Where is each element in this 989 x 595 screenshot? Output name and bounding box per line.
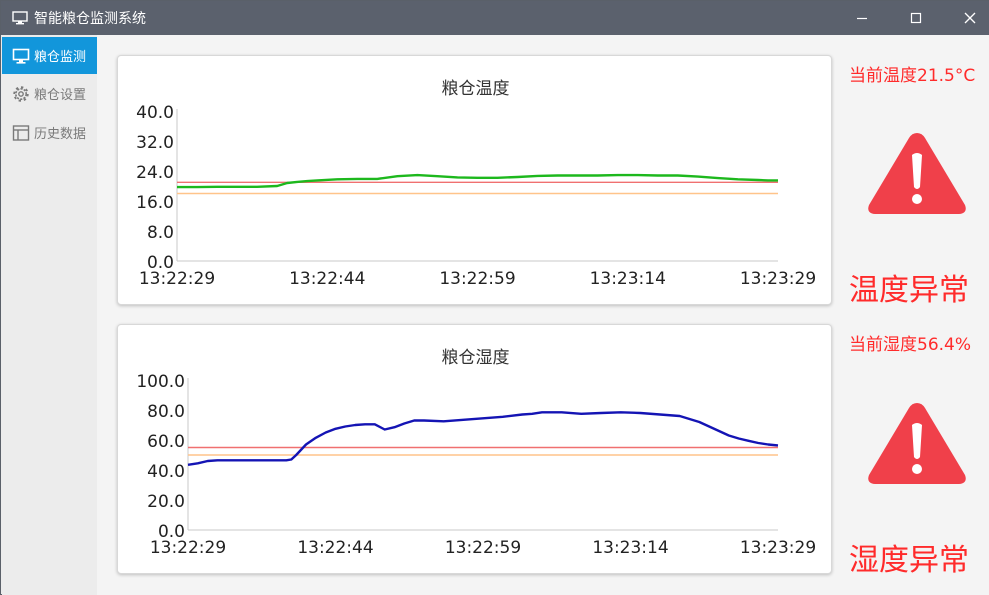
title-bar[interactable]: 智能粮仓监测系统	[1, 1, 989, 35]
temperature-status: 温度异常	[849, 273, 969, 308]
current-temperature: 当前温度21.5°C	[849, 66, 976, 86]
sidebar: 粮仓监测 粮仓设置 历史数据	[2, 35, 97, 595]
x-tick-label: 13:22:44	[297, 538, 373, 558]
app-window: 智能粮仓监测系统 粮仓监测 粮仓设置 历史数据 粮仓温度 0.0 8.0 16.…	[0, 0, 989, 595]
sidebar-item-history[interactable]: 历史数据	[2, 114, 97, 151]
window-title: 智能粮仓监测系统	[34, 11, 146, 27]
warning-icon	[865, 127, 969, 219]
sidebar-item-settings[interactable]: 粮仓设置	[2, 75, 97, 112]
x-tick-label: 13:23:14	[590, 269, 666, 289]
y-tick-label: 80.0	[147, 402, 185, 422]
temperature-chart-card: 粮仓温度 0.0 8.0 16.0 24.0 32.0 40.0 13:22:29 13:22…	[117, 55, 832, 305]
gear-icon	[12, 85, 30, 103]
close-button[interactable]	[947, 1, 989, 35]
x-tick-label: 13:22:44	[289, 269, 365, 289]
monitor-panel: 粮仓温度 0.0 8.0 16.0 24.0 32.0 40.0 13:22:29 13:22…	[97, 35, 989, 595]
warning-icon	[865, 397, 969, 489]
close-icon	[964, 12, 976, 24]
minimize-button[interactable]	[839, 1, 885, 35]
current-humidity: 当前湿度56.4%	[849, 335, 972, 355]
maximize-icon	[910, 12, 922, 24]
y-tick-label: 24.0	[136, 163, 174, 183]
y-tick-label: 20.0	[147, 492, 185, 512]
maximize-button[interactable]	[893, 1, 939, 35]
temperature-chart: 0.08.016.024.032.040.013:22:29 13:22:44 13…	[136, 103, 816, 289]
sidebar-item-label: 历史数据	[34, 127, 87, 142]
y-tick-label: 40.0	[136, 103, 174, 123]
series-line	[187, 411, 779, 466]
x-tick-label: 13:23:29	[740, 269, 816, 289]
humidity-chart-card: 粮仓湿度 0.0 20.0 40.0 60.0 80.0 100.0 13:22:29 13:…	[117, 324, 832, 574]
table-icon	[12, 124, 30, 142]
x-tick-label: 13:23:14	[592, 538, 668, 558]
monitor-icon	[12, 47, 30, 65]
sidebar-item-label: 粮仓设置	[34, 88, 87, 103]
x-tick-label: 13:22:59	[439, 269, 515, 289]
sidebar-item-monitor[interactable]: 粮仓监测	[2, 37, 97, 74]
x-tick-label: 13:22:29	[150, 538, 226, 558]
x-tick-label: 13:22:29	[139, 269, 215, 289]
y-tick-label: 8.0	[147, 223, 174, 243]
x-tick-label: 13:23:29	[740, 538, 816, 558]
y-tick-label: 60.0	[147, 432, 185, 452]
x-tick-label: 13:22:59	[445, 538, 521, 558]
monitor-icon	[12, 10, 28, 25]
sidebar-item-label: 粮仓监测	[34, 50, 87, 65]
humidity-status: 湿度异常	[849, 543, 969, 578]
y-tick-label: 40.0	[147, 462, 185, 482]
y-tick-label: 16.0	[136, 193, 174, 213]
humidity-chart: 0.020.040.060.080.0100.013:22:29 13:22:44…	[136, 372, 816, 558]
series-line	[177, 173, 778, 189]
y-tick-label: 32.0	[136, 133, 174, 153]
y-tick-label: 100.0	[136, 372, 185, 392]
minimize-icon	[857, 17, 867, 20]
